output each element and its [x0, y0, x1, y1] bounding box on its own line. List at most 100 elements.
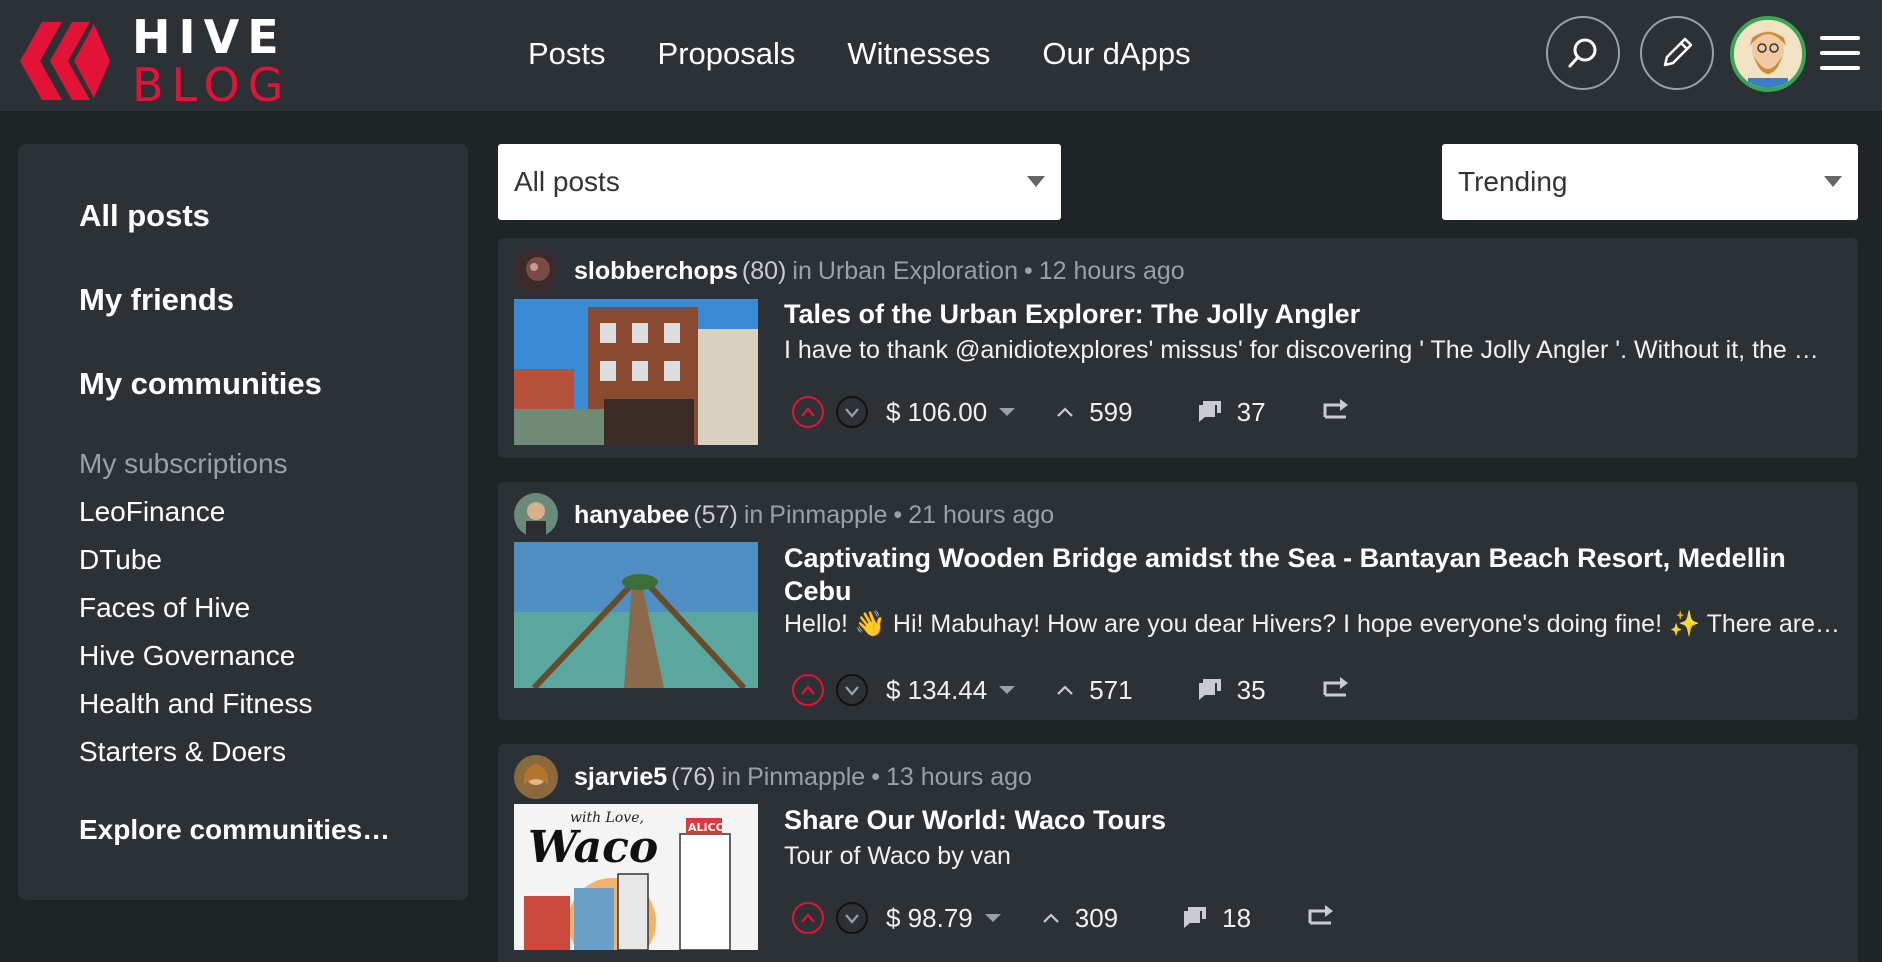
post-thumbnail[interactable]: with Love, Waco ALICO: [514, 804, 758, 950]
user-avatar[interactable]: [1730, 16, 1806, 92]
post-title[interactable]: Share Our World: Waco Tours: [784, 804, 1844, 837]
upvote-button[interactable]: [792, 396, 824, 428]
author-avatar[interactable]: [514, 755, 558, 799]
chevron-up-icon: [801, 685, 815, 695]
thumbnail-waco-text: Waco: [528, 822, 658, 873]
caret-down-icon: [999, 408, 1016, 416]
reblog-button[interactable]: [1322, 397, 1350, 428]
sidebar-item-health-and-fitness[interactable]: Health and Fitness: [79, 688, 312, 720]
comment-count[interactable]: 18: [1180, 903, 1251, 934]
author-name[interactable]: hanyabee: [574, 501, 689, 530]
pencil-icon: [1663, 37, 1693, 67]
avatar-illustration-icon: [1734, 20, 1802, 88]
sidebar-item-faces-of-hive[interactable]: Faces of Hive: [79, 592, 250, 624]
reblog-button[interactable]: [1322, 675, 1350, 706]
search-button[interactable]: [1546, 16, 1620, 90]
avatar-image-icon: [514, 249, 558, 293]
post-thumbnail[interactable]: [514, 299, 758, 445]
sort-select[interactable]: Trending: [1442, 144, 1858, 220]
reblog-button[interactable]: [1307, 903, 1335, 934]
comments-icon: [1198, 401, 1221, 422]
payout-dropdown[interactable]: $ 98.79: [886, 903, 1001, 934]
top-header: HIVE BLOG Posts Proposals Witnesses Our …: [0, 0, 1882, 112]
downvote-button[interactable]: [836, 902, 868, 934]
author-avatar[interactable]: [514, 493, 558, 537]
downvote-button[interactable]: [836, 674, 868, 706]
sidebar-item-dtube[interactable]: DTube: [79, 544, 162, 576]
post-card: hanyabee (57) in Pinmapple • 21 hours ag…: [498, 482, 1858, 720]
post-time[interactable]: 12 hours ago: [1039, 257, 1185, 286]
community-link[interactable]: Urban Exploration: [818, 257, 1018, 286]
logo-text-hive: HIVE: [132, 10, 287, 64]
comment-count[interactable]: 35: [1195, 675, 1266, 706]
meta-separator: •: [893, 500, 903, 529]
compose-button[interactable]: [1640, 16, 1714, 90]
explore-communities-link[interactable]: Explore communities…: [79, 814, 390, 846]
community-link[interactable]: Pinmapple: [747, 763, 865, 792]
upvote-button[interactable]: [792, 902, 824, 934]
post-actions: $ 134.44 571 35: [792, 670, 1350, 710]
downvote-button[interactable]: [836, 396, 868, 428]
post-summary[interactable]: Hello! 👋 Hi! Mabuhay! How are you dear H…: [784, 610, 1844, 639]
sidebar-item-starters-and-doers[interactable]: Starters & Doers: [79, 736, 286, 768]
reblog-icon: [1323, 398, 1348, 418]
menu-button[interactable]: [1820, 36, 1860, 70]
sidebar-item-leofinance[interactable]: LeoFinance: [79, 496, 225, 528]
post-card: slobberchops (80) in Urban Exploration •…: [498, 238, 1858, 458]
vote-count-value: 599: [1089, 396, 1133, 427]
author-name[interactable]: slobberchops: [574, 257, 738, 286]
vote-count[interactable]: 599: [1055, 396, 1133, 428]
chevron-up-icon: [801, 913, 815, 923]
post-time[interactable]: 21 hours ago: [908, 501, 1054, 530]
post-title[interactable]: Captivating Wooden Bridge amidst the Sea…: [784, 542, 1844, 608]
chevron-up-icon: [801, 407, 815, 417]
nav-our-dapps[interactable]: Our dApps: [1042, 30, 1190, 78]
payout-dropdown[interactable]: $ 106.00: [886, 397, 1016, 428]
meta-separator: •: [871, 762, 880, 791]
post-actions: $ 106.00 599 37: [792, 392, 1350, 432]
comment-count-value: 18: [1222, 902, 1252, 933]
post-actions: $ 98.79 309 18: [792, 898, 1335, 938]
post-time[interactable]: 13 hours ago: [886, 763, 1032, 792]
nav-witnesses[interactable]: Witnesses: [847, 30, 990, 78]
sidebar-item-hive-governance[interactable]: Hive Governance: [79, 640, 295, 672]
post-title[interactable]: Tales of the Urban Explorer: The Jolly A…: [784, 298, 1844, 331]
thumbnail-image-icon: [514, 299, 758, 445]
comment-count[interactable]: 37: [1195, 397, 1266, 428]
community-link[interactable]: Pinmapple: [769, 501, 887, 530]
author-reputation: (57): [693, 500, 738, 529]
chevron-down-icon: [845, 408, 859, 418]
comments-icon: [1184, 907, 1207, 928]
vote-count[interactable]: 571: [1055, 674, 1133, 706]
chevron-down-icon: [845, 914, 859, 924]
sidebar-my-communities[interactable]: My communities: [79, 366, 322, 402]
chevron-up-icon: [1057, 407, 1073, 417]
vote-count[interactable]: 309: [1041, 903, 1118, 934]
post-summary[interactable]: Tour of Waco by van: [784, 842, 1844, 871]
post-summary[interactable]: I have to thank @anidiotexplores' missus…: [784, 336, 1844, 365]
hive-blog-logo[interactable]: HIVE BLOG: [14, 14, 291, 108]
sidebar-all-posts[interactable]: All posts: [79, 198, 210, 234]
post-meta: hanyabee (57) in Pinmapple • 21 hours ag…: [514, 492, 1054, 538]
avatar-image-icon: [514, 493, 558, 537]
post-thumbnail[interactable]: [514, 542, 758, 688]
reblog-icon: [1308, 904, 1334, 924]
post-card: sjarvie5 (76) in Pinmapple • 13 hours ag…: [498, 744, 1858, 962]
post-meta: slobberchops (80) in Urban Exploration •…: [514, 248, 1185, 294]
upvote-button[interactable]: [792, 674, 824, 706]
nav-proposals[interactable]: Proposals: [658, 30, 796, 78]
sidebar-my-friends[interactable]: My friends: [79, 282, 234, 318]
payout-dropdown[interactable]: $ 134.44: [886, 675, 1016, 706]
author-name[interactable]: sjarvie5: [574, 763, 667, 792]
comment-count-value: 35: [1236, 674, 1266, 705]
menu-icon: [1820, 36, 1860, 40]
caret-down-icon: [984, 914, 1001, 922]
author-avatar[interactable]: [514, 249, 558, 293]
author-reputation: (80): [741, 256, 787, 285]
search-icon: [1568, 38, 1597, 68]
vote-count-value: 571: [1089, 674, 1133, 705]
nav-posts[interactable]: Posts: [528, 30, 606, 78]
feed-filter-select[interactable]: All posts: [498, 144, 1061, 220]
thumbnail-image-icon: [514, 542, 758, 688]
main-nav: Posts Proposals Witnesses Our dApps: [528, 30, 1243, 78]
